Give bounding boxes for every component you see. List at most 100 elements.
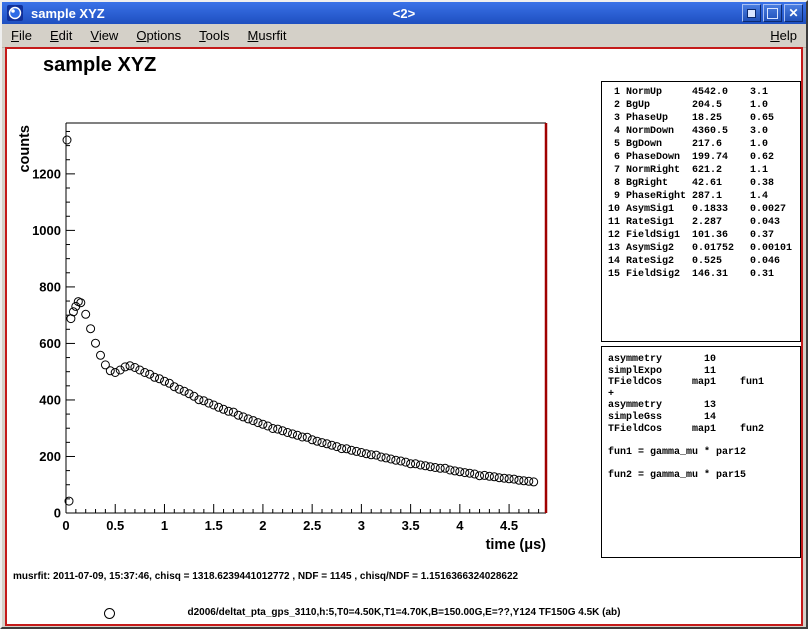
window-title: sample XYZ	[31, 6, 105, 21]
data-point	[407, 460, 415, 468]
data-point	[136, 366, 144, 374]
theory-line	[608, 435, 800, 447]
param-pval: 101.36	[692, 229, 750, 242]
menu-options[interactable]: Options	[127, 26, 190, 45]
param-perr: 0.0027	[750, 203, 786, 216]
y-tick-label: 600	[39, 336, 61, 351]
param-pval: 217.6	[692, 138, 750, 151]
data-point	[205, 399, 213, 407]
data-point	[372, 451, 380, 459]
param-row: 3PhaseUp18.250.65	[608, 112, 800, 125]
param-row: 12FieldSig1101.360.37	[608, 229, 800, 242]
param-pval: 4542.0	[692, 86, 750, 99]
data-point	[254, 419, 262, 427]
param-row: 8BgRight42.610.38	[608, 177, 800, 190]
data-point	[239, 413, 247, 421]
data-point	[441, 464, 449, 472]
x-tick-label: 4.5	[500, 518, 518, 533]
theory-line: simpleGss 14	[608, 412, 800, 424]
data-point	[318, 439, 326, 447]
param-row: 6PhaseDown199.740.62	[608, 151, 800, 164]
param-row: 14RateSig20.5250.046	[608, 255, 800, 268]
theory-line: fun1 = gamma_mu * par12	[608, 447, 800, 459]
window-controls: ✕	[742, 4, 806, 22]
x-tick-label: 1.5	[205, 518, 223, 533]
close-button[interactable]: ✕	[784, 4, 803, 22]
menu-help[interactable]: Help	[761, 26, 806, 45]
y-tick-label: 0	[54, 506, 61, 521]
time-spectrum-plot[interactable]: 00.511.522.533.544.502004006008001000120…	[7, 49, 587, 594]
param-pname: PhaseRight	[626, 190, 692, 203]
x-tick-label: 3.5	[402, 518, 420, 533]
param-pname: AsymSig1	[626, 203, 692, 216]
menu-view[interactable]: View	[81, 26, 127, 45]
titlebar[interactable]: sample XYZ <2> ✕	[2, 2, 806, 24]
data-point	[279, 427, 287, 435]
theory-box: asymmetry 10simplExpo 11TFieldCos map1 f…	[601, 346, 801, 558]
param-row: 4NormDown4360.53.0	[608, 125, 800, 138]
param-row: 7NormRight621.21.1	[608, 164, 800, 177]
param-pn: 6	[608, 151, 620, 164]
data-point	[141, 369, 149, 377]
param-pname: BgUp	[626, 99, 692, 112]
param-row: 1NormUp4542.03.1	[608, 86, 800, 99]
y-tick-label: 1200	[32, 166, 61, 181]
x-axis-title: time (μs)	[486, 537, 547, 553]
data-point	[210, 401, 218, 409]
maximize-icon	[767, 8, 778, 19]
window-instance-label: <2>	[2, 6, 806, 21]
param-perr: 3.1	[750, 86, 768, 99]
param-pn: 3	[608, 112, 620, 125]
data-point	[274, 425, 282, 433]
param-pname: FieldSig1	[626, 229, 692, 242]
x-tick-label: 0	[62, 518, 69, 533]
menu-right: Help	[761, 28, 806, 43]
data-point	[471, 470, 479, 478]
param-pn: 7	[608, 164, 620, 177]
y-axis-title: counts	[17, 125, 33, 173]
data-point	[161, 377, 169, 385]
param-pn: 14	[608, 255, 620, 268]
theory-line: fun2 = gamma_mu * par15	[608, 470, 800, 482]
data-point	[530, 478, 538, 486]
param-pname: PhaseDown	[626, 151, 692, 164]
menu-file[interactable]: File	[2, 26, 41, 45]
x-tick-label: 2	[259, 518, 266, 533]
param-pn: 9	[608, 190, 620, 203]
data-point	[126, 362, 134, 370]
data-point	[436, 464, 444, 472]
data-point	[180, 387, 188, 395]
app-window: sample XYZ <2> ✕ FileEditViewOptionsTool…	[0, 0, 808, 629]
param-pval: 2.287	[692, 216, 750, 229]
root-canvas[interactable]: sample XYZ 00.511.522.533.544.5020040060…	[5, 47, 803, 626]
param-pn: 11	[608, 216, 620, 229]
data-point	[87, 325, 95, 333]
param-perr: 0.62	[750, 151, 774, 164]
param-perr: 0.046	[750, 255, 780, 268]
param-row: 15FieldSig2146.310.31	[608, 268, 800, 281]
data-point	[284, 429, 292, 437]
data-point	[289, 430, 297, 438]
param-pval: 0.1833	[692, 203, 750, 216]
theory-line: TFieldCos map1 fun2	[608, 424, 800, 436]
menu-musrfit[interactable]: Musrfit	[239, 26, 296, 45]
menu-left: FileEditViewOptionsToolsMusrfit	[2, 26, 296, 45]
param-pn: 10	[608, 203, 620, 216]
maximize-button[interactable]	[763, 4, 782, 22]
minimize-button[interactable]	[742, 4, 761, 22]
param-pval: 42.61	[692, 177, 750, 190]
param-perr: 1.4	[750, 190, 768, 203]
param-perr: 0.31	[750, 268, 774, 281]
data-point	[215, 403, 223, 411]
data-point	[220, 405, 228, 413]
menu-tools[interactable]: Tools	[190, 26, 238, 45]
data-point	[175, 385, 183, 393]
menu-edit[interactable]: Edit	[41, 26, 81, 45]
data-point	[249, 417, 257, 425]
param-pname: RateSig1	[626, 216, 692, 229]
param-pval: 0.525	[692, 255, 750, 268]
menubar: FileEditViewOptionsToolsMusrfit Help	[2, 24, 806, 48]
param-pname: BgDown	[626, 138, 692, 151]
legend: d2006/deltat_pta_gps_3110,h:5,T0=4.50K,T…	[7, 601, 801, 627]
x-tick-label: 4	[456, 518, 464, 533]
